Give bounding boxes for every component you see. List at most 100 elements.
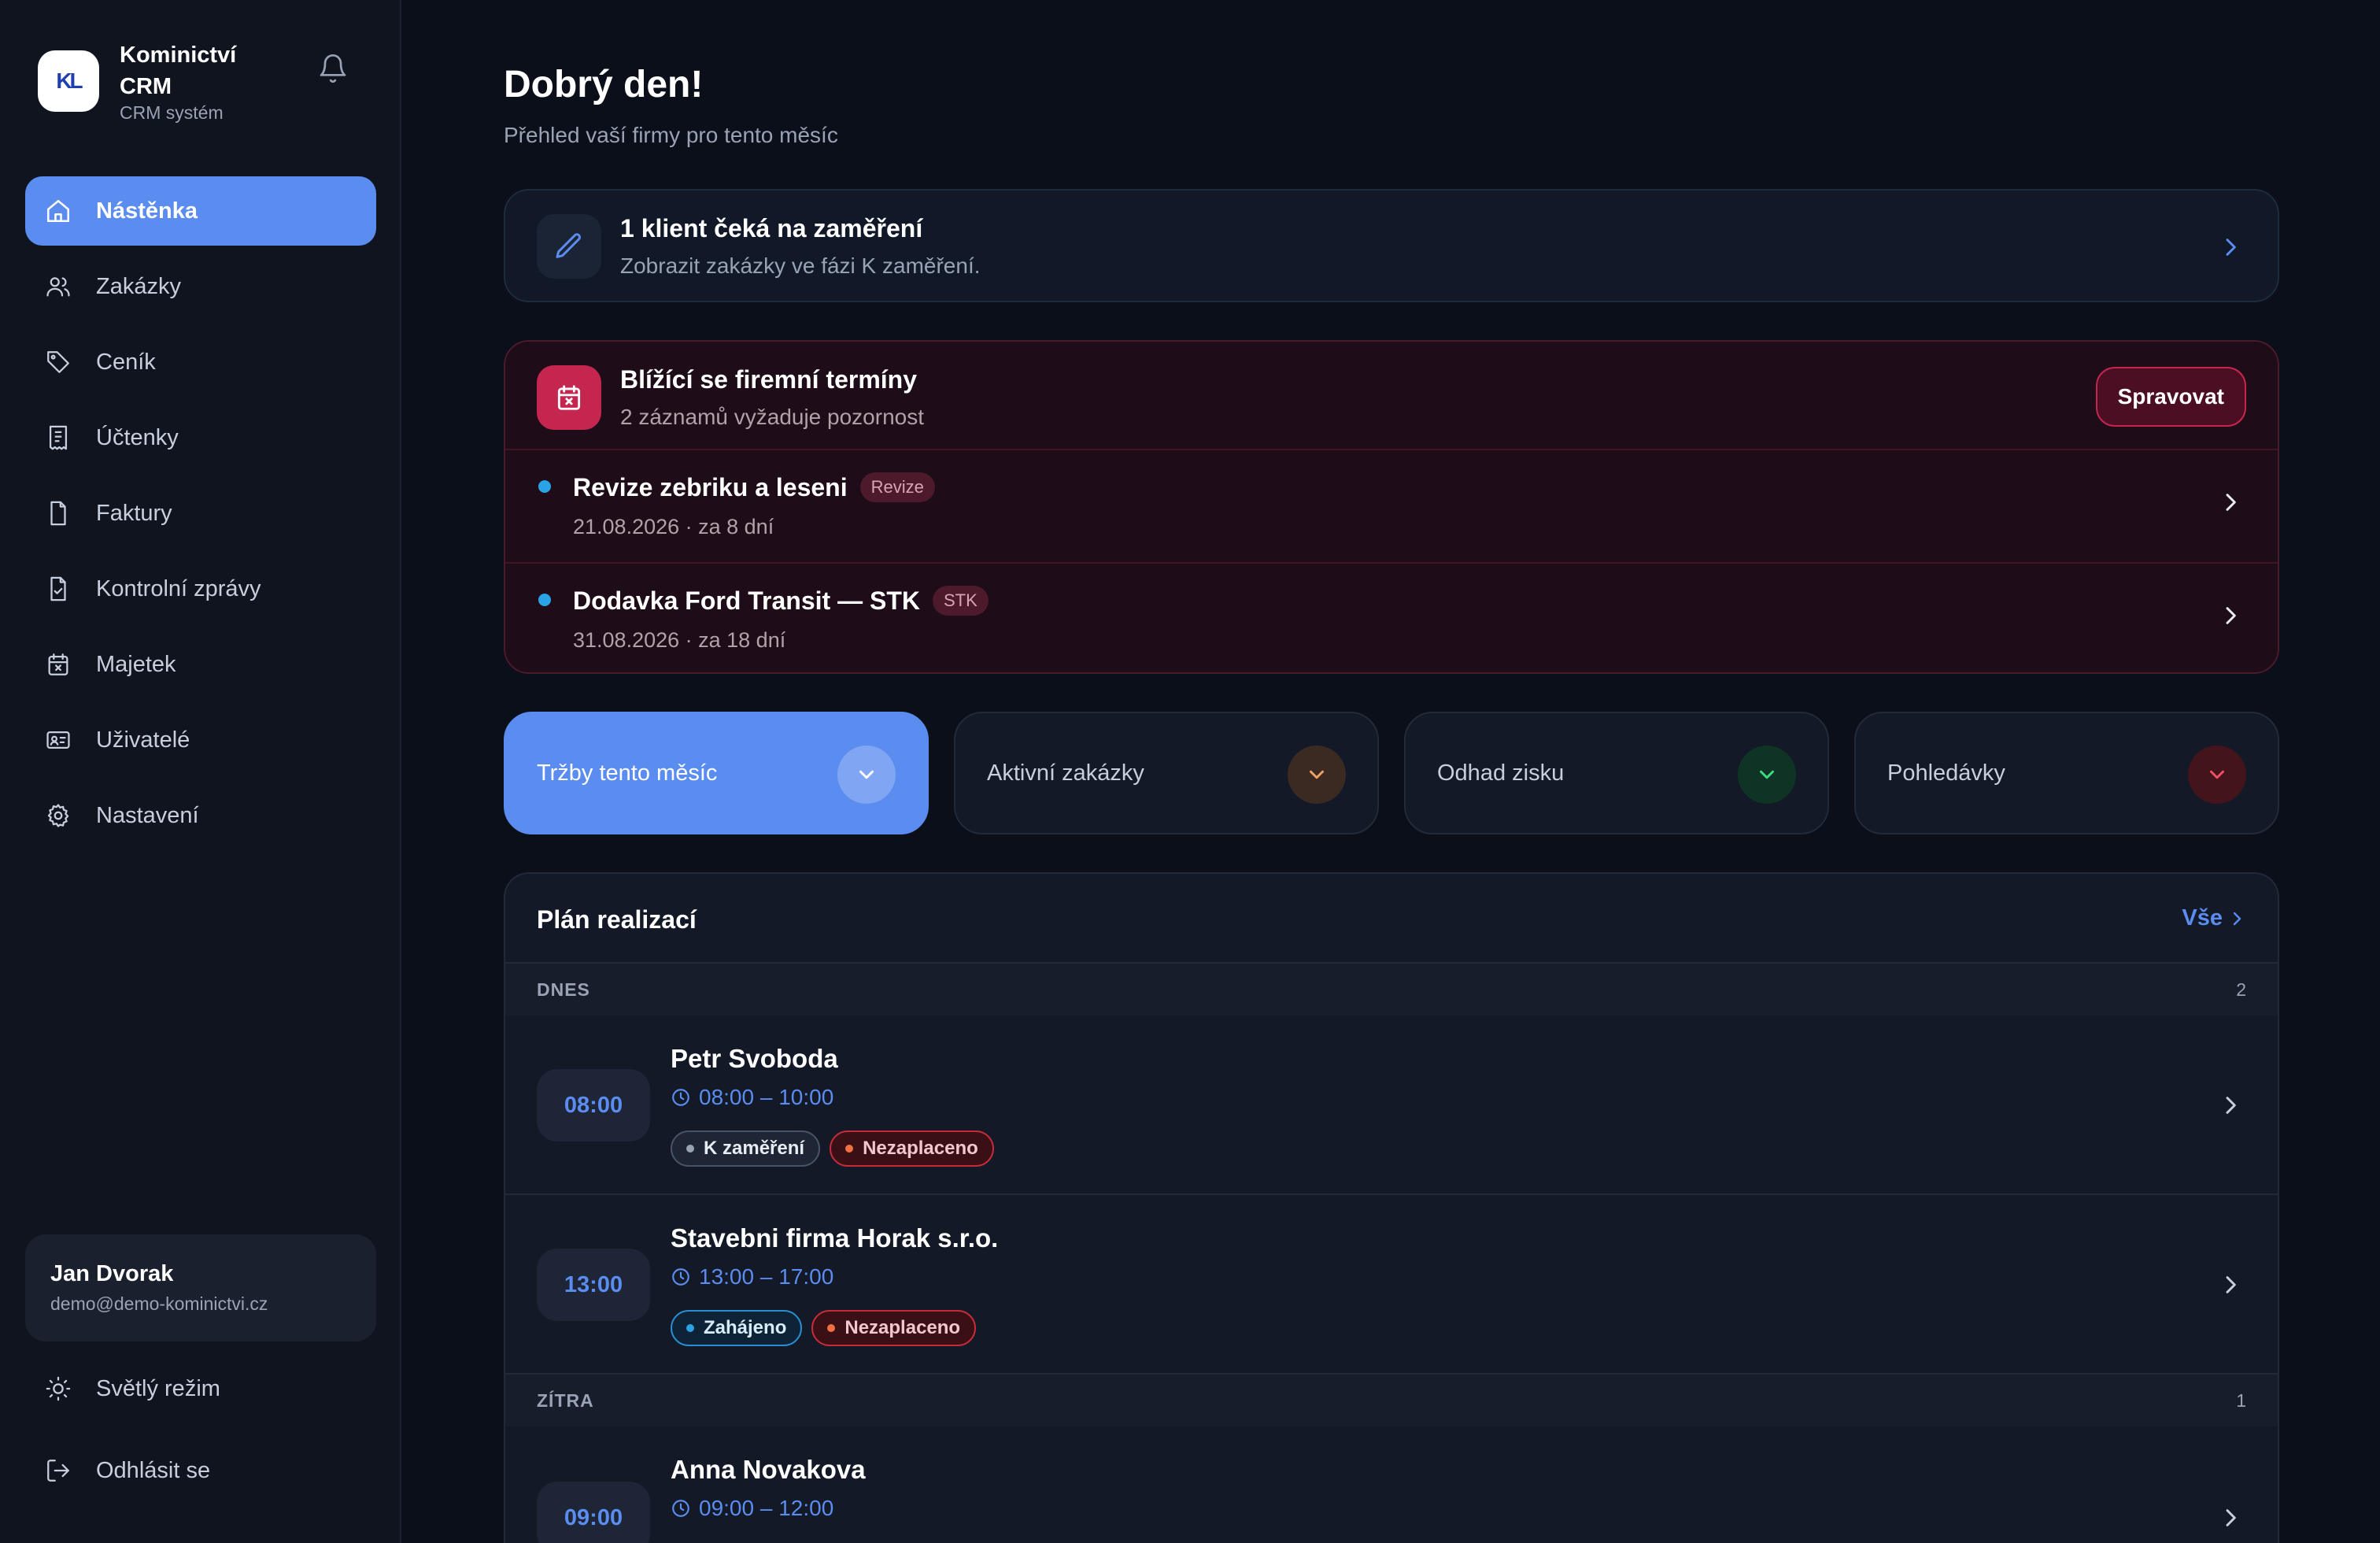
brand-name: Kominictví CRM [120,43,237,99]
measurement-alert-card[interactable]: 1 klient čeká na zaměření Zobrazit zakáz… [504,189,2279,302]
appointment-range-text: 09:00 – 12:00 [699,1496,834,1520]
appointment-range: 09:00 – 12:00 [671,1496,833,1521]
kpi-label: Pohledávky [1887,760,2005,786]
manage-button[interactable]: Spravovat [2095,367,2246,427]
kpi-tiles: Tržby tento měsíc Aktivní zakázky Odhad … [504,712,2279,834]
term-badge: Revize [859,472,935,502]
logout-button[interactable]: Odhlásit se [25,1439,376,1502]
payment-badge: Nezaplaceno [811,1310,977,1346]
alert-title: 1 klient čeká na zaměření [620,214,923,242]
appointment-row[interactable]: 09:00 Anna Novakova 09:00 – 12:00 [505,1426,2278,1543]
chevron-right-icon [2215,487,2246,518]
payment-badge-label: Nezaplaceno [863,1138,978,1159]
term-name: Revize zebriku a leseni Revize [573,472,935,502]
view-all-label: Vše [2182,905,2223,931]
logout-icon [42,1455,74,1486]
status-badge: K zaměření [671,1130,821,1167]
terms-header: Blížící se firemní termíny 2 záznamů vyž… [505,342,2278,450]
day-header-tomorrow: ZÍTRA 1 [505,1375,2278,1426]
appointment-tags: Zahájeno Nezaplaceno [671,1310,977,1346]
sidebar-item-faktury[interactable]: Faktury [25,479,376,548]
sidebar-nav: Nástěnka Zakázky Ceník Účtenky Faktury K… [25,176,376,857]
kpi-receivables[interactable]: Pohledávky [1854,712,2279,834]
theme-toggle-button[interactable]: Světlý režim [25,1357,376,1420]
term-row[interactable]: Revize zebriku a leseni Revize 21.08.202… [505,450,2278,562]
sidebar-item-cenik[interactable]: Ceník [25,327,376,397]
status-dot [686,1324,694,1332]
term-badge: STK [932,586,989,616]
view-all-link[interactable]: Vše [2182,905,2246,931]
id-card-icon [42,724,74,756]
kpi-profit-estimate[interactable]: Odhad zisku [1404,712,1829,834]
chevron-right-icon [2215,600,2246,631]
appointment-time: 13:00 [537,1249,650,1321]
sidebar-item-uctenky[interactable]: Účtenky [25,403,376,472]
kpi-label: Odhad zisku [1437,760,1565,786]
chevron-down-icon[interactable] [1738,746,1796,804]
sidebar-item-majetek[interactable]: Majetek [25,630,376,699]
sidebar-item-uzivatele[interactable]: Uživatelé [25,705,376,775]
gear-icon [42,800,74,831]
notifications-bell-icon[interactable] [315,50,351,87]
file-icon [42,498,74,529]
sidebar-item-nastenka[interactable]: Nástěnka [25,176,376,246]
day-count: 2 [2236,979,2246,1000]
sidebar-item-label: Nástěnka [96,198,198,224]
kpi-active-orders[interactable]: Aktivní zakázky [954,712,1379,834]
chevron-down-icon[interactable] [837,746,896,804]
status-dot [538,480,551,493]
page-subtitle: Přehled vaší firmy pro tento měsíc [504,123,838,147]
appointment-range-text: 13:00 – 17:00 [699,1264,834,1289]
appointment-row[interactable]: 13:00 Stavebni firma Horak s.r.o. 13:00 … [505,1195,2278,1375]
appointment-client: Anna Novakova [671,1455,866,1484]
chevron-right-icon [2215,1090,2246,1121]
chevron-right-icon [2233,912,2241,925]
status-badge-label: Zahájeno [704,1317,787,1338]
status-badge-label: K zaměření [704,1138,805,1159]
kpi-revenue[interactable]: Tržby tento měsíc [504,712,929,834]
status-dot [827,1324,836,1332]
sidebar-item-kontrolni-zpravy[interactable]: Kontrolní zprávy [25,554,376,623]
chevron-right-icon [2215,1502,2246,1534]
status-dot [686,1145,694,1153]
plan-title: Plán realizací [537,905,697,934]
sidebar-item-label: Ceník [96,349,156,375]
sidebar-item-zakazky[interactable]: Zakázky [25,252,376,321]
brand: KL Kominictví CRM CRM systém [38,39,376,134]
term-title: Revize zebriku a leseni [573,472,848,501]
user-email: demo@demo-kominictvi.cz [50,1293,268,1314]
pencil-icon [537,214,601,279]
sidebar: KL Kominictví CRM CRM systém Nástěnka Za… [0,0,401,1543]
term-row[interactable]: Dodavka Ford Transit — STK STK 31.08.202… [505,562,2278,674]
kpi-label: Aktivní zakázky [987,760,1144,786]
appointment-time: 08:00 [537,1069,650,1142]
chevron-down-icon[interactable] [1288,746,1346,804]
appointment-tags: K zaměření Nezaplaceno [671,1130,994,1167]
chevron-right-icon [2215,1269,2246,1301]
calendar-x-icon [537,365,601,430]
logout-label: Odhlásit se [96,1457,211,1483]
term-name: Dodavka Ford Transit — STK STK [573,586,989,616]
terms-subtitle: 2 záznamů vyžaduje pozornost [620,405,924,429]
clock-icon [671,1267,691,1287]
term-date: 21.08.2026 · za 8 dní [573,515,774,538]
sidebar-item-label: Nastavení [96,802,199,828]
sidebar-item-label: Kontrolní zprávy [96,575,261,601]
sidebar-item-nastaveni[interactable]: Nastavení [25,781,376,850]
sidebar-item-label: Zakázky [96,273,181,299]
day-count: 1 [2236,1390,2246,1411]
appointment-row[interactable]: 08:00 Petr Svoboda 08:00 – 10:00 K zaměř… [505,1016,2278,1195]
file-check-icon [42,573,74,605]
sidebar-item-label: Účtenky [96,424,179,450]
home-icon [42,195,74,227]
kpi-label: Tržby tento měsíc [537,760,718,786]
chevron-right-icon[interactable] [2215,231,2246,263]
sidebar-item-label: Uživatelé [96,727,190,753]
brand-logo: KL [38,50,99,112]
day-header-today: DNES 2 [505,964,2278,1016]
users-icon [42,271,74,302]
status-badge: Zahájeno [671,1310,803,1346]
user-card[interactable]: Jan Dvorak demo@demo-kominictvi.cz [25,1234,376,1341]
chevron-down-icon[interactable] [2188,746,2246,804]
plan-card: Plán realizací Vše DNES 2 08:00 Petr Svo… [504,872,2279,1543]
